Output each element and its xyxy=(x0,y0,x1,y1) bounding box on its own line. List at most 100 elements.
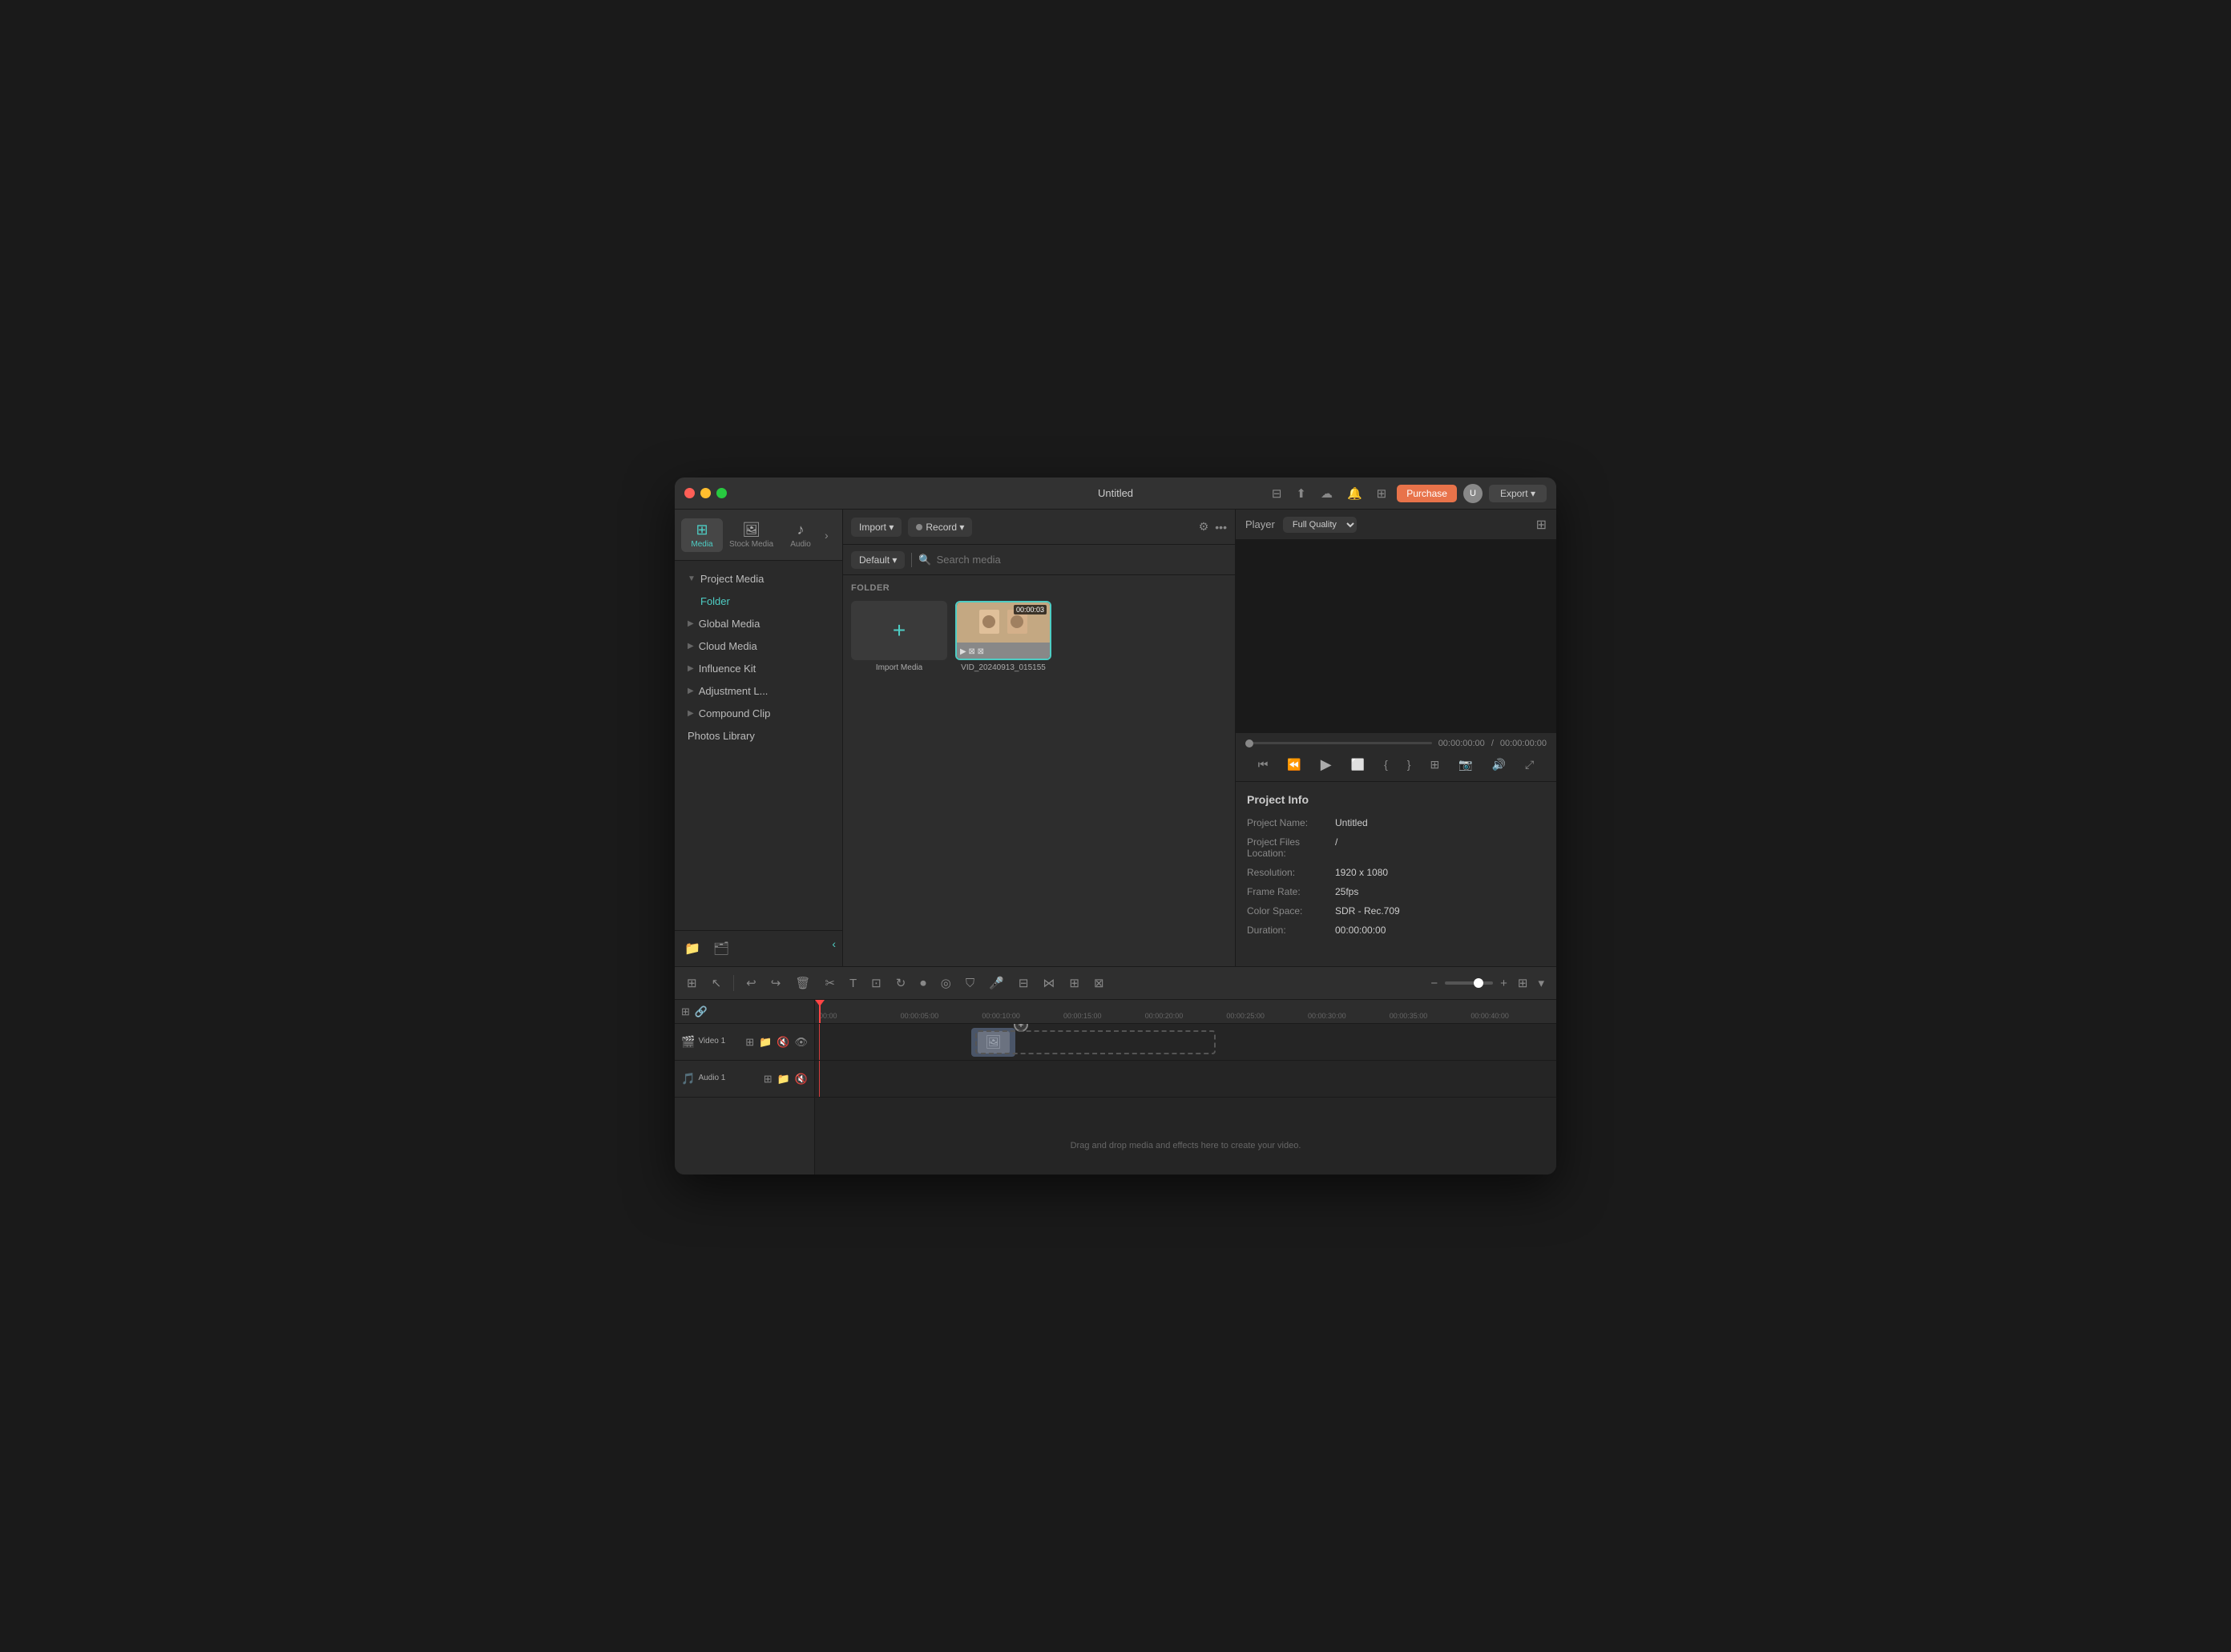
delete-icon[interactable]: 🗑 xyxy=(791,973,814,993)
add-folder-icon[interactable]: 📁 xyxy=(681,937,704,960)
timeline-playhead[interactable] xyxy=(819,1000,821,1023)
close-button[interactable] xyxy=(684,488,695,498)
search-icon: 🔍 xyxy=(918,554,931,566)
table-row[interactable]: 🖼 + xyxy=(815,1024,1556,1061)
list-item[interactable]: ▶ ⊠ ⊠ 00:00:03 VID_20240913_015155 xyxy=(955,601,1051,672)
video-icons: ▶ ⊠ ⊠ xyxy=(960,647,984,656)
audio-tl-icon[interactable]: 🎤 xyxy=(985,973,1008,993)
info-value-resolution: 1920 x 1080 xyxy=(1335,867,1388,878)
zoom-knob[interactable] xyxy=(1474,978,1483,988)
sidebar-item-cloud-media[interactable]: ▶ Cloud Media xyxy=(678,635,839,657)
audio-track-folder-icon[interactable]: 📁 xyxy=(777,1073,790,1086)
zoom-out-icon[interactable]: − xyxy=(1426,974,1442,993)
prev-frame-icon[interactable]: ⏪ xyxy=(1284,755,1304,775)
sidebar-item-global-media[interactable]: ▶ Global Media xyxy=(678,613,839,635)
table-row[interactable] xyxy=(815,1061,1556,1098)
import-media-thumb[interactable]: + xyxy=(851,601,947,660)
skip-back-icon[interactable]: ⏮ xyxy=(1255,755,1272,775)
video-track-add-icon[interactable]: ⊞ xyxy=(745,1036,754,1049)
sidebar-item-photos-library[interactable]: Photos Library xyxy=(678,725,839,747)
minimize-button[interactable] xyxy=(700,488,711,498)
quality-select[interactable]: Full Quality xyxy=(1283,517,1357,533)
timeline-layout-icon[interactable]: ⊞ xyxy=(683,973,701,993)
undo-icon[interactable]: ↩ xyxy=(742,973,760,993)
player-viewport[interactable] xyxy=(1236,540,1556,733)
record-tl-icon[interactable]: ⏺ xyxy=(916,974,930,993)
audio-track-mute-icon[interactable]: 🔇 xyxy=(795,1073,808,1086)
pip-icon[interactable]: ⊠ xyxy=(1090,973,1108,993)
filter-icon[interactable]: ⚙ xyxy=(1199,520,1209,534)
zoom-slider[interactable] xyxy=(1445,981,1493,985)
more-tl-options-icon[interactable]: ▾ xyxy=(1534,973,1548,993)
mark-out-icon[interactable]: } xyxy=(1404,755,1414,774)
search-input[interactable] xyxy=(937,554,1227,566)
screenshot-icon[interactable]: 📷 xyxy=(1455,755,1475,775)
cut-icon[interactable]: ✂ xyxy=(821,973,839,993)
shield-icon[interactable]: ⛉ xyxy=(962,974,978,993)
player-fullscreen-icon[interactable]: ⊞ xyxy=(1536,518,1547,532)
fullscreen-button[interactable] xyxy=(716,488,727,498)
mark-in-icon[interactable]: { xyxy=(1381,755,1391,774)
rotate-icon[interactable]: ↻ xyxy=(892,973,910,993)
sidebar-item-influence-kit[interactable]: ▶ Influence Kit xyxy=(678,658,839,679)
snap-icon[interactable]: ⋈ xyxy=(1039,973,1059,993)
bell-icon[interactable]: 🔔 xyxy=(1343,485,1366,502)
sidebar-adjustment-label: Adjustment L... xyxy=(699,685,769,697)
clip-actions-icon[interactable]: ⊞ xyxy=(1426,755,1442,775)
video-thumb[interactable]: ▶ ⊠ ⊠ 00:00:03 xyxy=(955,601,1051,660)
info-row-name: Project Name: Untitled xyxy=(1247,817,1545,828)
default-view-button[interactable]: Default ▾ xyxy=(851,551,905,569)
drag-drop-zone[interactable] xyxy=(975,1030,1216,1054)
progress-bar[interactable] xyxy=(1245,742,1432,744)
audio-track-add-icon[interactable]: ⊞ xyxy=(764,1073,773,1086)
record-button[interactable]: Record ▾ xyxy=(908,518,972,537)
search-bar: Default ▾ 🔍 xyxy=(843,545,1235,575)
import-button[interactable]: Import ▾ xyxy=(851,518,902,537)
sidebar-item-project-media[interactable]: ▼ Project Media xyxy=(678,568,839,590)
toolbar-item-audio[interactable]: ♪ Audio xyxy=(780,518,821,552)
select-tool-icon[interactable]: ↖ xyxy=(708,973,726,993)
record-dot-icon xyxy=(916,524,922,530)
toolbar-item-media[interactable]: ⊞ Media xyxy=(681,518,723,552)
cloud-icon[interactable]: ☁ xyxy=(1317,485,1337,502)
sidebar-item-compound-clip[interactable]: ▶ Compound Clip xyxy=(678,703,839,724)
list-item[interactable]: + Import Media xyxy=(851,601,947,672)
project-info-title: Project Info xyxy=(1247,793,1545,806)
screen-record-icon[interactable]: ⊞ xyxy=(1065,973,1083,993)
info-row-resolution: Resolution: 1920 x 1080 xyxy=(1247,867,1545,878)
add-track-icon[interactable]: ⊞ xyxy=(681,1005,690,1018)
grid-view-icon[interactable]: ⊞ xyxy=(1518,976,1528,990)
sidebar-item-folder[interactable]: Folder xyxy=(678,590,839,612)
export-button[interactable]: Export ▾ xyxy=(1489,485,1547,502)
video-track-folder-icon[interactable]: 📁 xyxy=(759,1036,772,1049)
resize-icon[interactable]: ⤢ xyxy=(1522,755,1537,775)
sidebar-item-adjustment[interactable]: ▶ Adjustment L... xyxy=(678,680,839,702)
multi-clip-icon[interactable]: ⊟ xyxy=(1015,973,1033,993)
sidebar-folder-label: Folder xyxy=(700,595,730,607)
toolbar-item-stock-media[interactable]: 🖼 Stock Media xyxy=(723,518,780,552)
speed-icon[interactable]: ◎ xyxy=(937,973,955,993)
link-icon[interactable]: 🔗 xyxy=(695,1005,708,1018)
audio-icon[interactable]: 🔊 xyxy=(1489,755,1509,775)
share-icon[interactable]: ⬆ xyxy=(1292,485,1310,502)
play-button[interactable]: ▶ xyxy=(1317,753,1335,776)
new-folder-icon[interactable]: 🗂 xyxy=(710,937,732,960)
crop-icon[interactable]: ⊡ xyxy=(867,973,886,993)
collapse-sidebar-icon[interactable]: ‹ xyxy=(832,937,836,960)
stop-icon[interactable]: ⬜ xyxy=(1348,755,1368,775)
video-track-mute-icon[interactable]: 🔇 xyxy=(777,1036,789,1049)
toolbar-chevron-icon[interactable]: › xyxy=(821,526,832,545)
ruler-mark: 00:00:10:00 xyxy=(982,1012,1063,1020)
folder-section-label: FOLDER xyxy=(851,583,1227,593)
video-track-eye-icon[interactable]: 👁 xyxy=(794,1036,808,1049)
redo-icon[interactable]: ↪ xyxy=(767,973,785,993)
tl-separator xyxy=(733,975,734,991)
toolbar-stock-label: Stock Media xyxy=(729,540,773,549)
more-options-icon[interactable]: ••• xyxy=(1215,521,1227,534)
zoom-in-icon[interactable]: + xyxy=(1496,974,1511,993)
subtitle-icon[interactable]: ⊟ xyxy=(1268,485,1286,502)
avatar[interactable]: U xyxy=(1463,484,1483,503)
grid-icon[interactable]: ⊞ xyxy=(1373,485,1391,502)
purchase-button[interactable]: Purchase xyxy=(1397,485,1457,502)
text-tool-icon[interactable]: T xyxy=(845,974,861,993)
